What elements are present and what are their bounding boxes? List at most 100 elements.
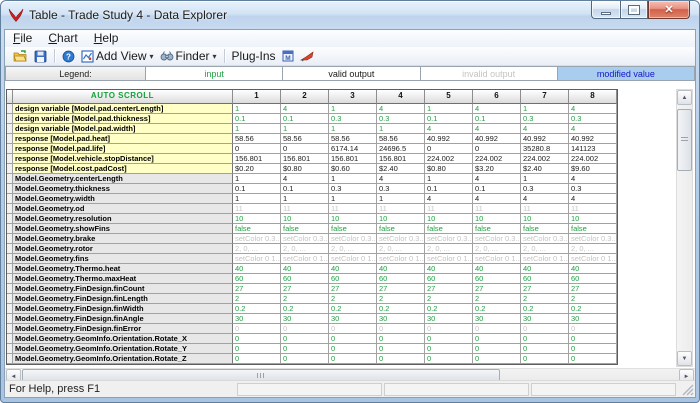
row-label[interactable]: response [Model.vehicle.stopDistance] bbox=[13, 154, 233, 164]
table-cell[interactable]: 40 bbox=[329, 264, 377, 274]
table-cell[interactable]: 40 bbox=[569, 264, 617, 274]
table-cell[interactable]: 4 bbox=[473, 124, 521, 134]
maximize-button[interactable] bbox=[620, 1, 648, 19]
row-label[interactable]: design variable [Model.pad.centerLength] bbox=[13, 104, 233, 114]
plugin-flag-button[interactable] bbox=[297, 48, 317, 65]
table-cell[interactable]: 0 bbox=[329, 324, 377, 334]
table-cell[interactable]: $9.60 bbox=[569, 164, 617, 174]
table-cell[interactable]: 11 bbox=[329, 204, 377, 214]
table-cell[interactable]: 0 bbox=[233, 324, 281, 334]
table-cell[interactable]: 156.801 bbox=[377, 154, 425, 164]
table-cell[interactable]: 0 bbox=[233, 344, 281, 354]
table-cell[interactable]: 0.3 bbox=[377, 114, 425, 124]
table-cell[interactable]: 1 bbox=[425, 104, 473, 114]
table-cell[interactable]: 1 bbox=[233, 124, 281, 134]
resize-grip[interactable] bbox=[680, 382, 695, 397]
table-cell[interactable]: 2, 0, ... bbox=[425, 244, 473, 254]
table-cell[interactable]: 1 bbox=[281, 124, 329, 134]
table-cell[interactable]: 40 bbox=[425, 264, 473, 274]
table-cell[interactable]: 0.2 bbox=[473, 304, 521, 314]
table-cell[interactable]: 2, 0, ... bbox=[233, 244, 281, 254]
table-cell[interactable]: 27 bbox=[329, 284, 377, 294]
vertical-scrollbar[interactable]: ▲ ▼ bbox=[676, 89, 693, 367]
row-label[interactable]: Model.Geometry.Thermo.heat bbox=[13, 264, 233, 274]
table-cell[interactable]: 30 bbox=[377, 314, 425, 324]
row-label[interactable]: Model.Geometry.FinDesign.finError bbox=[13, 324, 233, 334]
table-cell[interactable]: 0 bbox=[569, 354, 617, 364]
add-view-button[interactable]: Add View ▾ bbox=[78, 48, 157, 65]
row-label[interactable]: response [Model.cost.padCost] bbox=[13, 164, 233, 174]
table-cell[interactable]: 27 bbox=[425, 284, 473, 294]
table-cell[interactable]: 10 bbox=[233, 214, 281, 224]
table-cell[interactable]: 4 bbox=[377, 104, 425, 114]
table-cell[interactable]: 4 bbox=[569, 194, 617, 204]
column-header[interactable]: 2 bbox=[281, 90, 329, 104]
table-cell[interactable]: 0 bbox=[521, 334, 569, 344]
row-label[interactable]: Model.Geometry.Thermo.maxHeat bbox=[13, 274, 233, 284]
row-label[interactable]: Model.Geometry.showFins bbox=[13, 224, 233, 234]
row-label[interactable]: Model.Geometry.thickness bbox=[13, 184, 233, 194]
table-cell[interactable]: 0 bbox=[377, 344, 425, 354]
row-label[interactable]: design variable [Model.pad.width] bbox=[13, 124, 233, 134]
column-header[interactable]: 6 bbox=[473, 90, 521, 104]
table-cell[interactable]: 1 bbox=[329, 124, 377, 134]
table-cell[interactable]: 4 bbox=[473, 174, 521, 184]
table-cell[interactable]: 2, 0, ... bbox=[281, 244, 329, 254]
row-label[interactable]: Model.Geometry.GeomInfo.Orientation.Rota… bbox=[13, 354, 233, 364]
table-cell[interactable]: setColor 0.3... bbox=[521, 234, 569, 244]
table-cell[interactable]: setColor 0 1... bbox=[233, 254, 281, 264]
table-cell[interactable]: 0.3 bbox=[329, 114, 377, 124]
table-cell[interactable]: 0 bbox=[233, 354, 281, 364]
table-cell[interactable]: 40 bbox=[377, 264, 425, 274]
table-cell[interactable]: 0 bbox=[521, 324, 569, 334]
table-cell[interactable]: 0.1 bbox=[473, 184, 521, 194]
table-cell[interactable]: $0.80 bbox=[425, 164, 473, 174]
table-cell[interactable]: 0.3 bbox=[569, 114, 617, 124]
row-label[interactable]: response [Model.pad.life] bbox=[13, 144, 233, 154]
table-cell[interactable]: 156.801 bbox=[233, 154, 281, 164]
table-cell[interactable]: 224.002 bbox=[521, 154, 569, 164]
table-cell[interactable]: 60 bbox=[473, 274, 521, 284]
table-cell[interactable]: 2 bbox=[569, 294, 617, 304]
table-cell[interactable]: 4 bbox=[281, 104, 329, 114]
table-cell[interactable]: 156.801 bbox=[281, 154, 329, 164]
table-cell[interactable]: 0 bbox=[473, 144, 521, 154]
table-cell[interactable]: $2.40 bbox=[377, 164, 425, 174]
table-cell[interactable]: 1 bbox=[377, 194, 425, 204]
table-cell[interactable]: 1 bbox=[281, 194, 329, 204]
table-cell[interactable]: 0.3 bbox=[329, 184, 377, 194]
table-cell[interactable]: 0 bbox=[233, 144, 281, 154]
row-label[interactable]: Model.Geometry.brake bbox=[13, 234, 233, 244]
table-cell[interactable]: 1 bbox=[233, 194, 281, 204]
table-cell[interactable]: 0 bbox=[425, 344, 473, 354]
table-cell[interactable]: 0.2 bbox=[281, 304, 329, 314]
table-cell[interactable]: 4 bbox=[569, 104, 617, 114]
table-cell[interactable]: setColor 0 1... bbox=[425, 254, 473, 264]
table-cell[interactable]: 0 bbox=[473, 344, 521, 354]
table-cell[interactable]: 0.1 bbox=[233, 184, 281, 194]
table-cell[interactable]: 27 bbox=[233, 284, 281, 294]
table-cell[interactable]: false bbox=[377, 224, 425, 234]
column-header[interactable]: 1 bbox=[233, 90, 281, 104]
table-cell[interactable]: $2.40 bbox=[521, 164, 569, 174]
row-label[interactable]: Model.Geometry.GeomInfo.Orientation.Rota… bbox=[13, 334, 233, 344]
table-cell[interactable]: 2, 0, ... bbox=[377, 244, 425, 254]
table-cell[interactable]: 40 bbox=[521, 264, 569, 274]
table-cell[interactable]: 60 bbox=[233, 274, 281, 284]
table-cell[interactable]: 60 bbox=[377, 274, 425, 284]
table-cell[interactable]: 2, 0, ... bbox=[521, 244, 569, 254]
table-cell[interactable]: 40.992 bbox=[569, 134, 617, 144]
open-button[interactable] bbox=[10, 48, 31, 65]
row-label[interactable]: Model.Geometry.width bbox=[13, 194, 233, 204]
table-cell[interactable]: 0.1 bbox=[281, 114, 329, 124]
table-cell[interactable]: 0.2 bbox=[377, 304, 425, 314]
table-cell[interactable]: 0.3 bbox=[521, 184, 569, 194]
table-cell[interactable]: 4 bbox=[425, 124, 473, 134]
table-cell[interactable]: 4 bbox=[473, 104, 521, 114]
table-cell[interactable]: 11 bbox=[569, 204, 617, 214]
table-cell[interactable]: false bbox=[329, 224, 377, 234]
table-cell[interactable]: setColor 0 1... bbox=[329, 254, 377, 264]
table-cell[interactable]: false bbox=[521, 224, 569, 234]
table-cell[interactable]: 1 bbox=[233, 104, 281, 114]
table-cell[interactable]: 0 bbox=[281, 344, 329, 354]
